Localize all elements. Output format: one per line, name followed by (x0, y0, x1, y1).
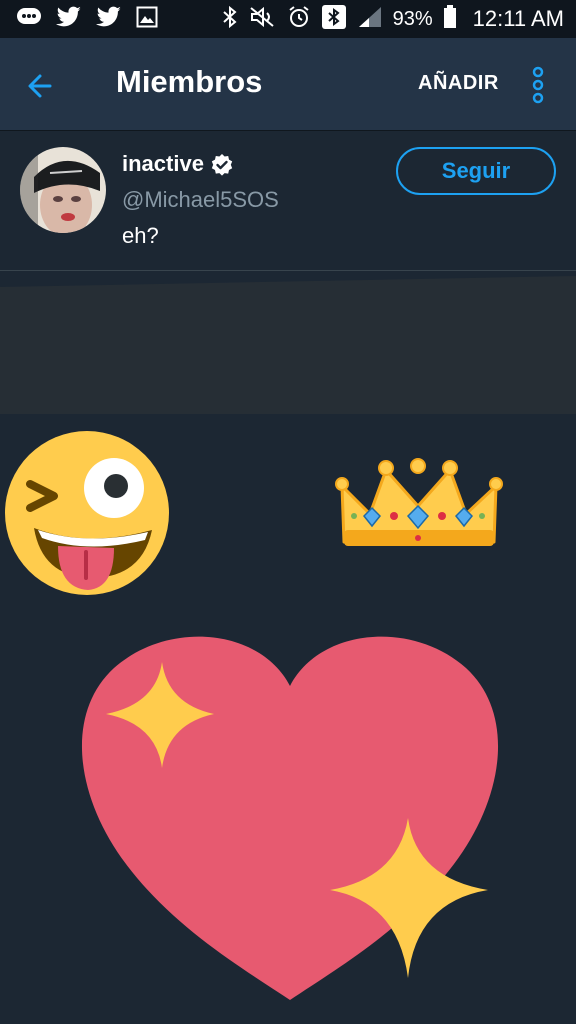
winking-face-tongue-sticker (2, 428, 172, 598)
bluetooth-icon (321, 4, 347, 35)
member-list-item[interactable]: inactive @Michael5SOS eh? Seguir (0, 131, 576, 271)
more-options-button[interactable] (526, 64, 550, 108)
battery-percent: 93% (392, 7, 433, 30)
member-name: inactive (122, 151, 204, 176)
crown-sticker (334, 456, 504, 556)
clock: 12:11 AM (472, 6, 564, 31)
twitter-icon (56, 6, 82, 33)
avatar[interactable] (20, 147, 106, 233)
add-button[interactable]: AÑADIR (418, 72, 499, 95)
sparkling-heart-sticker (78, 628, 502, 1008)
battery-icon (443, 4, 457, 34)
alarm-icon (287, 5, 311, 34)
messages-icon (16, 7, 42, 32)
bluetooth-icon (221, 5, 239, 34)
follow-button[interactable]: Seguir (396, 147, 556, 195)
notification-icons (16, 6, 158, 32)
verified-badge-icon (210, 153, 234, 177)
page-title: Miembros (116, 64, 263, 99)
system-icons: 93% 12:11 AM (221, 4, 564, 35)
screen: 93% 12:11 AM Miembros AÑADIR inactive @M… (0, 0, 576, 1024)
twitter-icon (96, 6, 122, 33)
app-bar: Miembros AÑADIR (0, 38, 576, 131)
member-bio: eh? (122, 223, 159, 248)
gallery-icon (136, 6, 158, 33)
redacted-area (0, 276, 576, 414)
member-handle: @Michael5SOS (122, 187, 279, 212)
signal-icon (357, 5, 383, 34)
status-bar: 93% 12:11 AM (0, 0, 576, 38)
mute-icon (249, 5, 277, 34)
more-vertical-icon (532, 66, 544, 104)
back-button[interactable] (22, 66, 68, 106)
arrow-left-icon (28, 74, 52, 98)
